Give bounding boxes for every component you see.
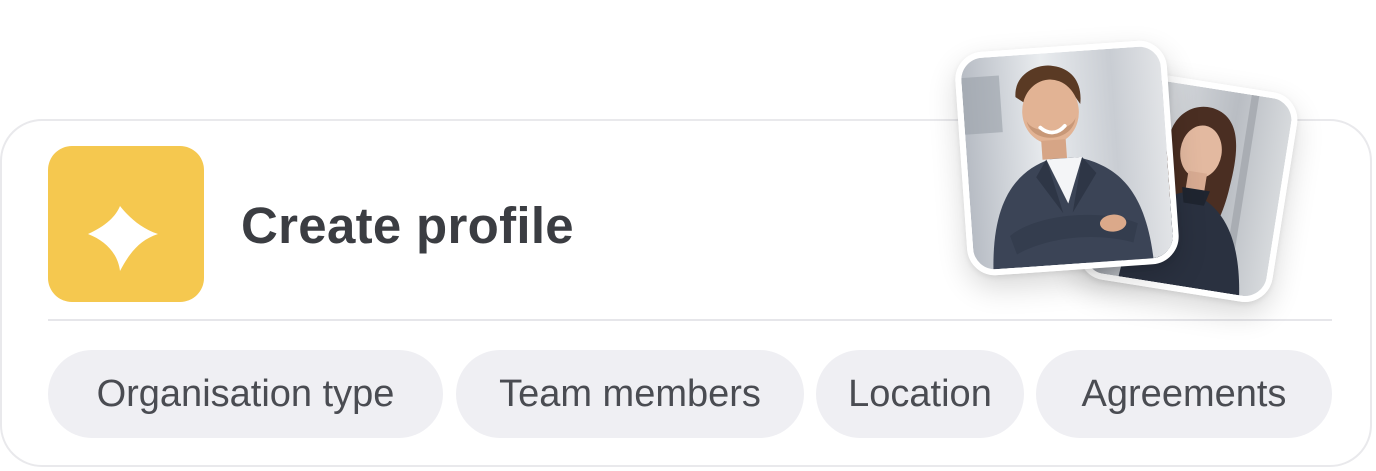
team-member-photo-man (953, 38, 1181, 278)
chip-location[interactable]: Location (816, 350, 1024, 438)
card-title: Create profile (241, 197, 574, 254)
chip-agreements[interactable]: Agreements (1036, 350, 1332, 438)
divider (48, 319, 1332, 321)
chip-organisation-type[interactable]: Organisation type (48, 350, 443, 438)
sparkle-icon (88, 206, 158, 271)
sparkle-icon-tile (48, 146, 204, 302)
chip-team-members[interactable]: Team members (456, 350, 804, 438)
